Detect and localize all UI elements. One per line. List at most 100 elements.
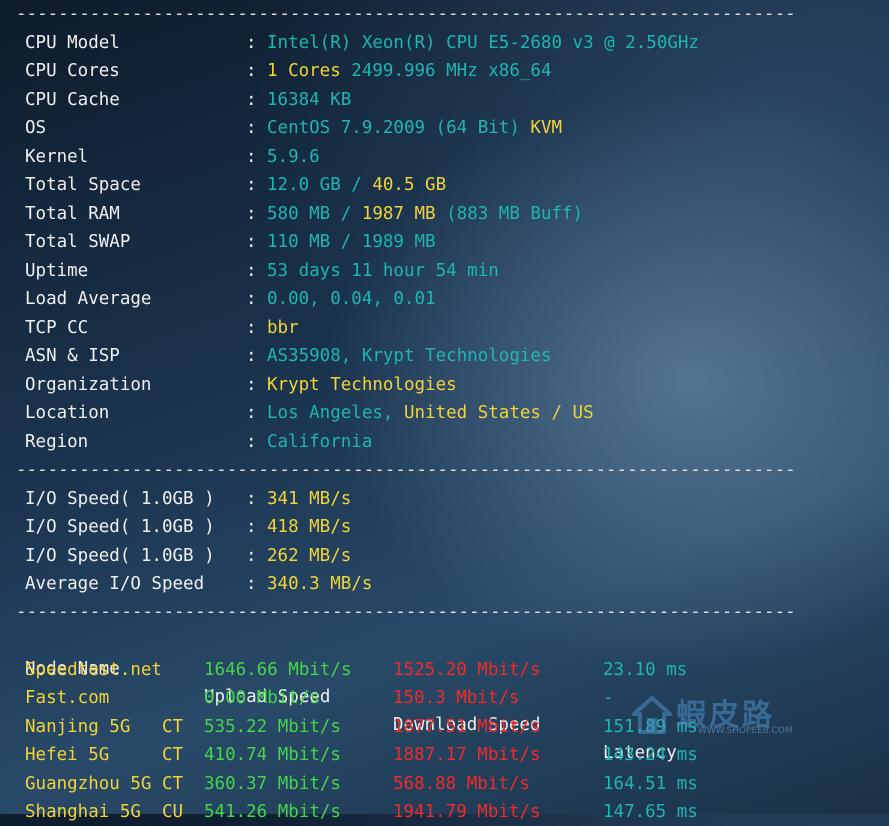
io-value: 262 MB/s (267, 545, 352, 566)
info-value: 0.00, 0.04, 0.01 (267, 285, 436, 313)
io-value: 418 MB/s (267, 517, 352, 537)
separator-line: ----------------------------------------… (16, 602, 796, 622)
info-value-part: 2499.996 MHz x86_64 (340, 61, 552, 81)
node-name-cell: Shanghai 5G CU (25, 802, 184, 822)
info-label: Total Space (25, 175, 141, 195)
info-value-part: Los Angeles, (267, 403, 404, 423)
info-value-part: 580 MB / (267, 203, 362, 224)
info-colon: : (246, 260, 257, 281)
node-name-cell: Nanjing 5G CT (25, 716, 184, 737)
download-speed-cell: 150.3 Mbit/s (393, 688, 520, 708)
info-value: bbr (267, 314, 299, 342)
io-colon: : (246, 545, 257, 566)
latency-cell: 164.51 ms (603, 773, 698, 794)
watermark-subtext: WWW.SHOPEE8.COM (698, 726, 793, 736)
info-colon: : (246, 146, 257, 167)
info-label: Total RAM (25, 203, 120, 224)
info-value: Krypt Technologies (267, 371, 457, 399)
info-value-part: 1 Cores (267, 61, 341, 81)
io-label: I/O Speed( 1.0GB ) (25, 545, 215, 566)
info-value-part: CentOS 7.9.2009 (64 Bit) (267, 118, 520, 138)
node-name-cell: Guangzhou 5G CT (25, 773, 184, 794)
io-value: 341 MB/s (267, 488, 352, 509)
info-value-part: 5.9.6 (267, 146, 320, 167)
info-value: CentOS 7.9.2009 (64 Bit) KVM (267, 114, 562, 142)
info-label: ASN & ISP (25, 346, 120, 366)
upload-speed-cell: 360.37 Mbit/s (204, 773, 341, 794)
info-value-part: 40.5 GB (372, 175, 447, 195)
io-colon: : (246, 488, 257, 509)
info-value-part: 12.0 GB / (267, 175, 373, 195)
info-colon: : (246, 403, 257, 423)
info-colon: : (246, 317, 257, 338)
io-colon: : (246, 574, 257, 594)
info-value-part: United States / US (403, 403, 594, 423)
upload-speed-cell: 0.00 Mbit/s (204, 688, 320, 708)
info-value-part: California (267, 431, 373, 452)
info-colon: : (246, 61, 257, 81)
io-label: Average I/O Speed (25, 574, 205, 594)
info-label: Total SWAP (25, 232, 131, 252)
download-speed-cell: 1525.20 Mbit/s (393, 659, 541, 680)
watermark-logo: 蝦皮路 WWW.SHOPEE8.COM (630, 688, 820, 744)
info-value: 5.9.6 (267, 143, 320, 171)
terminal-output: ----------------------------------------… (0, 0, 889, 822)
info-value: Intel(R) Xeon(R) CPU E5-2680 v3 @ 2.50GH… (267, 29, 699, 57)
info-value: California (267, 428, 372, 456)
info-colon: : (246, 118, 257, 138)
node-name-cell: Fast.com (25, 688, 110, 708)
info-colon: : (246, 203, 257, 224)
latency-cell: 143.24 ms (603, 745, 698, 765)
info-value-part: KVM (519, 118, 563, 138)
info-value: 16384 KB (267, 86, 351, 114)
info-label: OS (25, 118, 47, 138)
info-value-part: 0.00, 0.04, 0.01 (267, 289, 436, 309)
info-colon: : (246, 374, 257, 395)
info-colon: : (246, 32, 257, 53)
latency-cell: 147.65 ms (603, 802, 698, 822)
info-value: Los Angeles, United States / US (267, 399, 594, 427)
latency-cell: 23.10 ms (603, 659, 688, 680)
speed-table-header: Node Name Upload Speed Download Speed La… (0, 627, 677, 763)
info-value-part: Krypt Technologies (267, 374, 457, 395)
house-logo-icon (632, 696, 672, 734)
info-colon: : (246, 289, 257, 309)
info-colon: : (246, 431, 257, 452)
info-label: CPU Model (25, 32, 120, 53)
info-colon: : (246, 175, 257, 195)
info-value-part: Intel(R) Xeon(R) CPU E5-2680 v3 @ 2.50GH… (267, 32, 699, 53)
io-label: I/O Speed( 1.0GB ) (25, 517, 215, 537)
io-label: I/O Speed( 1.0GB ) (25, 488, 215, 509)
info-colon: : (246, 346, 257, 366)
info-label: Organization (25, 374, 152, 395)
node-name-cell: Hefei 5G CT (25, 745, 184, 765)
download-speed-cell: 1887.17 Mbit/s (393, 745, 541, 765)
info-value-part: 110 MB / 1989 MB (267, 232, 436, 252)
info-label: Load Average (25, 289, 152, 309)
info-colon: : (246, 232, 257, 252)
info-value-part: bbr (267, 317, 299, 338)
latency-cell: - (603, 688, 614, 708)
info-label: Kernel (25, 146, 89, 167)
info-colon: : (246, 89, 257, 110)
info-label: Region (25, 431, 89, 452)
info-value: 1 Cores 2499.996 MHz x86_64 (267, 57, 551, 85)
info-label: CPU Cores (25, 61, 120, 81)
info-value-part: 16384 KB (267, 89, 352, 110)
download-speed-cell: 568.88 Mbit/s (393, 773, 530, 794)
info-value: AS35908, Krypt Technologies (267, 342, 551, 370)
download-speed-cell: 1877.51 Mbit/s (393, 716, 541, 737)
io-value: 340.3 MB/s (267, 574, 373, 594)
upload-speed-cell: 1646.66 Mbit/s (204, 659, 352, 680)
separator-line: ----------------------------------------… (16, 460, 796, 480)
info-label: Location (25, 403, 110, 423)
info-label: Uptime (25, 260, 89, 281)
node-name-cell: Speedtest.net (25, 659, 162, 680)
info-value-part: (883 MB Buff) (435, 203, 584, 224)
upload-speed-cell: 410.74 Mbit/s (204, 745, 341, 765)
info-label: CPU Cache (25, 89, 120, 110)
info-value-part: 53 days 11 hour 54 min (267, 260, 499, 281)
info-value: 53 days 11 hour 54 min (267, 257, 499, 285)
info-value: 580 MB / 1987 MB (883 MB Buff) (267, 200, 583, 228)
download-speed-cell: 1941.79 Mbit/s (393, 802, 541, 822)
